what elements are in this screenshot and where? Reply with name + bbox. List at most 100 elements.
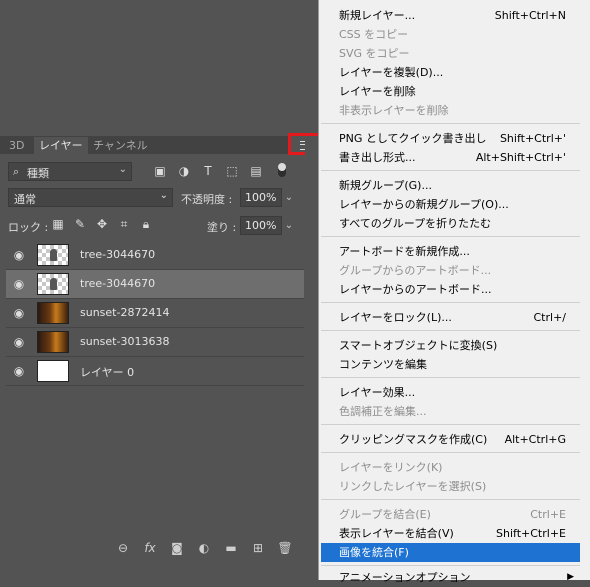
search-icon: ⌕ — [13, 165, 20, 178]
menu-separator — [321, 377, 580, 378]
submenu-arrow-icon: ▶ — [567, 572, 574, 582]
panel-flyout-menu: 新規レイヤー... Shift+Ctrl+N CSS をコピー SVG をコピー … — [318, 0, 590, 584]
menu-separator — [321, 565, 580, 566]
menu-item-copy-svg[interactable]: SVG をコピー — [321, 44, 580, 63]
fill-dropdown-icon[interactable]: ⌄ — [282, 216, 296, 235]
menu-item-export-as[interactable]: 書き出し形式... Alt+Shift+Ctrl+' — [321, 148, 580, 167]
menu-item-new-artboard[interactable]: アートボードを新規作成... — [321, 242, 580, 261]
layer-name: sunset-3013638 — [80, 335, 170, 348]
menu-item-new-layer[interactable]: 新規レイヤー... Shift+Ctrl+N — [321, 6, 580, 25]
tab-channels[interactable]: チャンネル — [88, 137, 153, 154]
lock-image-pixels-icon[interactable]: ✎ — [73, 217, 87, 231]
menu-item-select-linked-layers[interactable]: リンクしたレイヤーを選択(S) — [321, 477, 580, 496]
smart-object-filter-icon[interactable]: ▤ — [249, 164, 263, 178]
layer-filter-kind-select[interactable]: ⌕ 種類 ⌄ — [8, 162, 132, 181]
opacity-label: 不透明度 : — [181, 193, 233, 206]
menu-item-create-clipping-mask[interactable]: クリッピングマスクを作成(C) Alt+Ctrl+G — [321, 430, 580, 449]
adjustment-filter-icon[interactable]: ◑ — [177, 164, 191, 178]
layer-thumbnail — [37, 273, 69, 295]
menu-item-artboard-from-group[interactable]: グループからのアートボード... — [321, 261, 580, 280]
layer-row[interactable]: ◉ tree-3044670 — [6, 241, 304, 270]
menu-separator — [321, 123, 580, 124]
menu-item-copy-css[interactable]: CSS をコピー — [321, 25, 580, 44]
menu-separator — [321, 452, 580, 453]
layer-thumbnail — [37, 244, 69, 266]
layer-name: tree-3044670 — [80, 248, 156, 261]
menu-separator — [321, 424, 580, 425]
eye-icon[interactable]: ◉ — [12, 249, 26, 261]
layer-name: レイヤー 0 — [80, 366, 135, 379]
adjustment-icon[interactable]: ◐ — [196, 540, 212, 556]
lock-all-icon[interactable]: 🔒︎ — [139, 217, 153, 231]
layer-thumbnail — [37, 360, 69, 382]
menu-item-collapse-all-groups[interactable]: すべてのグループを折りたたむ — [321, 214, 580, 233]
menu-separator — [321, 330, 580, 331]
tab-3d[interactable]: 3D — [4, 137, 29, 154]
opacity-dropdown-icon[interactable]: ⌄ — [282, 188, 296, 207]
layer-row-selected[interactable]: ◉ tree-3044670 — [6, 270, 304, 299]
lock-position-icon[interactable]: ✥ — [95, 217, 109, 231]
menu-item-new-group-from-layers[interactable]: レイヤーからの新規グループ(O)... — [321, 195, 580, 214]
menu-item-edit-contents[interactable]: コンテンツを編集 — [321, 355, 580, 374]
opacity-input[interactable]: 100% — [240, 188, 282, 207]
panel-tab-bar: 3D レイヤー チャンネル — [0, 136, 318, 154]
trash-icon[interactable]: 🗑︎ — [277, 540, 293, 556]
layer-row[interactable]: ◉ sunset-3013638 — [6, 328, 304, 357]
layer-row[interactable]: ◉ sunset-2872414 — [6, 299, 304, 328]
menu-item-merge-visible[interactable]: 表示レイヤーを結合(V) Shift+Ctrl+E — [321, 524, 580, 543]
layer-name: sunset-2872414 — [80, 306, 170, 319]
eye-icon[interactable]: ◉ — [12, 365, 26, 377]
menu-separator — [321, 499, 580, 500]
lock-artboard-icon[interactable]: ⌗ — [117, 217, 131, 231]
lock-row: ロック : ▦ ✎ ✥ ⌗ 🔒︎ 塗り : 100% ⌄ — [8, 216, 298, 236]
pixel-filter-icon[interactable]: ▣ — [153, 164, 167, 178]
menu-item-lock-layers[interactable]: レイヤーをロック(L)... Ctrl+/ — [321, 308, 580, 327]
menu-item-artboard-from-layers[interactable]: レイヤーからのアートボード... — [321, 280, 580, 299]
menu-separator — [321, 302, 580, 303]
blend-mode-select[interactable]: 通常 ⌄ — [8, 188, 173, 207]
layer-row[interactable]: ◉ レイヤー 0 — [6, 357, 304, 386]
layer-thumbnail — [37, 302, 69, 324]
menu-separator — [321, 170, 580, 171]
lock-label: ロック : — [8, 221, 49, 234]
menu-item-delete-hidden-layers[interactable]: 非表示レイヤーを削除 — [321, 101, 580, 120]
menu-item-animation-options[interactable]: アニメーションオプション ▶ — [321, 568, 580, 587]
layer-name: tree-3044670 — [80, 277, 156, 290]
menu-item-delete-layer[interactable]: レイヤーを削除 — [321, 82, 580, 101]
blend-mode-value: 通常 — [14, 193, 36, 206]
chevron-down-icon: ⌄ — [118, 164, 127, 175]
eye-icon[interactable]: ◉ — [12, 278, 26, 290]
document-canvas-area — [0, 0, 318, 136]
menu-item-flatten-image[interactable]: 画像を統合(F) — [321, 543, 580, 562]
menu-item-layer-effects[interactable]: レイヤー効果... — [321, 383, 580, 402]
blend-row: 通常 ⌄ 不透明度 : 100% ⌄ — [8, 188, 298, 208]
menu-separator — [321, 236, 580, 237]
menu-item-edit-adjustment[interactable]: 色調補正を編集... — [321, 402, 580, 421]
fill-input[interactable]: 100% — [240, 216, 282, 235]
filter-kind-label: 種類 — [27, 167, 49, 180]
menu-item-quick-export-png[interactable]: PNG としてクイック書き出し Shift+Ctrl+' — [321, 129, 580, 148]
fx-icon[interactable]: fx — [142, 540, 158, 556]
layers-panel: 3D レイヤー チャンネル ⌕ 種類 ⌄ ▣ ◑ T ⬚ ▤ 通常 ⌄ 不透明度… — [0, 136, 318, 580]
shape-filter-icon[interactable]: ⬚ — [225, 164, 239, 178]
new-layer-icon[interactable]: ⊞ — [250, 540, 266, 556]
eye-icon[interactable]: ◉ — [12, 336, 26, 348]
lock-transparent-pixels-icon[interactable]: ▦ — [51, 217, 65, 231]
type-filter-icon[interactable]: T — [201, 164, 215, 178]
group-folder-icon[interactable]: ▬ — [223, 540, 239, 556]
panel-bottom-toolbar: ⊖ fx ◙ ◐ ▬ ⊞ 🗑︎ — [110, 540, 310, 558]
fill-label: 塗り : — [207, 221, 237, 234]
tab-layers[interactable]: レイヤー — [34, 137, 88, 154]
menu-item-merge-group[interactable]: グループを結合(E) Ctrl+E — [321, 505, 580, 524]
mask-icon[interactable]: ◙ — [169, 540, 185, 556]
layer-thumbnail — [37, 331, 69, 353]
eye-icon[interactable]: ◉ — [12, 307, 26, 319]
menu-item-duplicate-layer[interactable]: レイヤーを複製(D)... — [321, 63, 580, 82]
menu-item-new-group[interactable]: 新規グループ(G)... — [321, 176, 580, 195]
panel-scroll-gutter — [305, 136, 318, 580]
menu-item-convert-smart-object[interactable]: スマートオブジェクトに変換(S) — [321, 336, 580, 355]
chevron-down-icon: ⌄ — [159, 190, 168, 201]
link-icon[interactable]: ⊖ — [115, 540, 131, 556]
menu-item-link-layers[interactable]: レイヤーをリンク(K) — [321, 458, 580, 477]
filter-toggle[interactable] — [278, 163, 286, 177]
